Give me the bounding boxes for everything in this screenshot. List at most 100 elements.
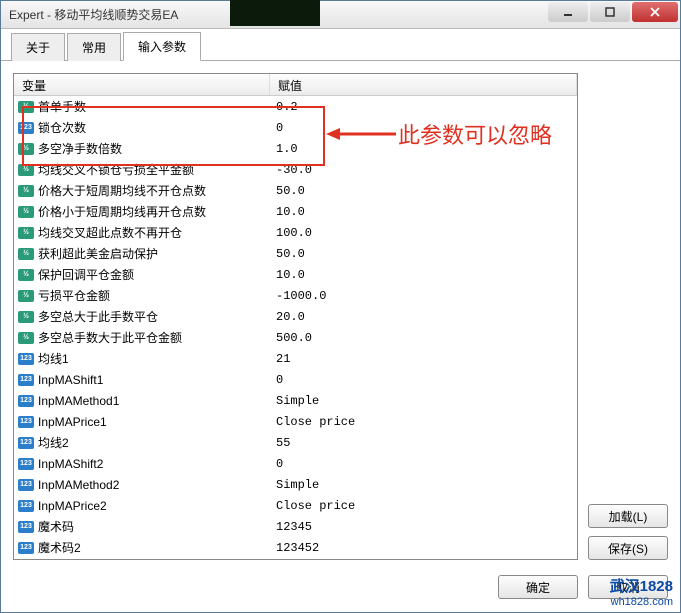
cell-value[interactable]: 500.0 (270, 331, 577, 345)
cell-value[interactable]: 50.0 (270, 184, 577, 198)
table-row[interactable]: 123 InpMAShift1 0 (14, 369, 577, 390)
cell-value[interactable]: 0 (270, 121, 577, 135)
cell-value[interactable]: 10.0 (270, 205, 577, 219)
cell-value[interactable]: 50.0 (270, 247, 577, 261)
type-double-icon: ½ (18, 290, 34, 302)
table-row[interactable]: ½多空总大于此手数平仓20.0 (14, 306, 577, 327)
cell-variable: ½保护回调平仓金额 (14, 266, 270, 283)
load-button[interactable]: 加载(L) (588, 504, 668, 528)
cell-value[interactable]: 55 (270, 436, 577, 450)
type-double-icon: ½ (18, 185, 34, 197)
cell-value[interactable]: 0.2 (270, 100, 577, 114)
table-row[interactable]: ½ 亏损平仓金额 -1000.0 (14, 285, 577, 306)
type-double-icon: ½ (18, 269, 34, 281)
table-row[interactable]: 123InpMAPrice2Close price (14, 495, 577, 516)
cell-value[interactable]: Simple (270, 394, 577, 408)
cell-value[interactable]: 12345 (270, 520, 577, 534)
cell-variable: 123均线2 (14, 434, 270, 451)
cell-variable: 123InpMAPrice2 (14, 499, 270, 513)
table-row[interactable]: ½ 均线交叉超此点数不再开仓 100.0 (14, 222, 577, 243)
cell-value[interactable]: Close price (270, 415, 577, 429)
cell-variable: 123均线1 (14, 350, 270, 367)
table-row[interactable]: 123均线255 (14, 432, 577, 453)
cell-value[interactable]: 0 (270, 373, 577, 387)
cell-value[interactable]: 20.0 (270, 310, 577, 324)
table-row[interactable]: ½价格大于短周期均线不开仓点数50.0 (14, 180, 577, 201)
footer: 确定 取消 (1, 568, 680, 612)
cell-value[interactable]: -1000.0 (270, 289, 577, 303)
type-double-icon: ½ (18, 227, 34, 239)
table-row[interactable]: ½ 多空总手数大于此平仓金额 500.0 (14, 327, 577, 348)
type-int-icon: 123 (18, 521, 34, 533)
type-double-icon: ½ (18, 332, 34, 344)
cell-variable: ½价格大于短周期均线不开仓点数 (14, 182, 270, 199)
variable-name: 魔术码2 (38, 539, 81, 556)
type-int-icon: 123 (18, 437, 34, 449)
table-row[interactable]: 123魔术码2123452 (14, 537, 577, 558)
cell-variable: 123锁仓次数 (14, 119, 270, 136)
type-int-icon: 123 (18, 353, 34, 365)
cell-variable: ½价格小于短周期均线再开仓点数 (14, 203, 270, 220)
table-row[interactable]: ½首单手数0.2 (14, 96, 577, 117)
variable-name: 均线交叉不锁仓亏损全平金额 (38, 161, 194, 178)
type-int-icon: 123 (18, 122, 34, 134)
table-row[interactable]: 123锁仓次数0 (14, 117, 577, 138)
cell-variable: 123 InpMAPrice1 (14, 415, 270, 429)
table-row[interactable]: ½价格小于短周期均线再开仓点数10.0 (14, 201, 577, 222)
variable-name: 均线交叉超此点数不再开仓 (38, 224, 182, 241)
tab-common[interactable]: 常用 (67, 33, 121, 61)
cell-value[interactable]: Close price (270, 499, 577, 513)
table-row[interactable]: ½保护回调平仓金额10.0 (14, 264, 577, 285)
variable-name: 多空总手数大于此平仓金额 (38, 329, 182, 346)
table-row[interactable]: ½ 均线交叉不锁仓亏损全平金额 -30.0 (14, 159, 577, 180)
variable-name: 多空总大于此手数平仓 (38, 308, 158, 325)
cell-value[interactable]: 21 (270, 352, 577, 366)
cell-value[interactable]: 100.0 (270, 226, 577, 240)
cell-value[interactable]: Simple (270, 478, 577, 492)
tab-input-params[interactable]: 输入参数 (123, 32, 201, 61)
cell-variable: 123InpMAMethod2 (14, 478, 270, 492)
cell-value[interactable]: -30.0 (270, 163, 577, 177)
type-int-icon: 123 (18, 458, 34, 470)
cell-variable: 123InpMAMethod1 (14, 394, 270, 408)
variable-name: InpMAPrice1 (38, 415, 107, 429)
table-row[interactable]: 123InpMAMethod2Simple (14, 474, 577, 495)
cell-value[interactable]: 123452 (270, 541, 577, 555)
table-row[interactable]: 123 魔术码 12345 (14, 516, 577, 537)
cell-value[interactable]: 10.0 (270, 268, 577, 282)
variable-name: 亏损平仓金额 (38, 287, 110, 304)
cell-variable: ½多空净手数倍数 (14, 140, 270, 157)
variable-name: InpMAMethod2 (38, 478, 119, 492)
type-double-icon: ½ (18, 143, 34, 155)
table-row[interactable]: 123 InpMAPrice1 Close price (14, 411, 577, 432)
close-button[interactable] (632, 2, 678, 22)
table-row[interactable]: 123InpMAMethod1Simple (14, 390, 577, 411)
variable-name: 首单手数 (38, 98, 86, 115)
maximize-button[interactable] (590, 2, 630, 22)
param-grid: 变量 赋值 ½首单手数0.2123锁仓次数0½多空净手数倍数1.0½均线交叉不锁… (13, 73, 578, 560)
cell-variable: ½ 均线交叉超此点数不再开仓 (14, 224, 270, 241)
variable-name: InpMAShift1 (38, 373, 103, 387)
tab-about[interactable]: 关于 (11, 33, 65, 61)
ok-button[interactable]: 确定 (498, 575, 578, 599)
cell-value[interactable]: 1.0 (270, 142, 577, 156)
minimize-button[interactable] (548, 2, 588, 22)
table-row[interactable]: 123InpMAShift20 (14, 453, 577, 474)
watermark: 武汉1828 wh1828.com (610, 578, 673, 609)
grid-body: ½首单手数0.2123锁仓次数0½多空净手数倍数1.0½均线交叉不锁仓亏损全平金… (14, 96, 577, 559)
table-row[interactable]: 123均线121 (14, 348, 577, 369)
save-button[interactable]: 保存(S) (588, 536, 668, 560)
table-row[interactable]: ½获利超此美金启动保护50.0 (14, 243, 577, 264)
tab-content: 变量 赋值 ½首单手数0.2123锁仓次数0½多空净手数倍数1.0½均线交叉不锁… (1, 61, 680, 568)
type-double-icon: ½ (18, 164, 34, 176)
type-int-icon: 123 (18, 374, 34, 386)
variable-name: 获利超此美金启动保护 (38, 245, 158, 262)
type-int-icon: 123 (18, 416, 34, 428)
col-header-variable[interactable]: 变量 (14, 74, 270, 95)
table-row[interactable]: ½多空净手数倍数1.0 (14, 138, 577, 159)
titlebar: Expert - 移动平均线顺势交易EA (1, 1, 680, 29)
cell-value[interactable]: 0 (270, 457, 577, 471)
cell-variable: ½多空总大于此手数平仓 (14, 308, 270, 325)
variable-name: 魔术码 (38, 518, 74, 535)
col-header-value[interactable]: 赋值 (270, 74, 577, 95)
